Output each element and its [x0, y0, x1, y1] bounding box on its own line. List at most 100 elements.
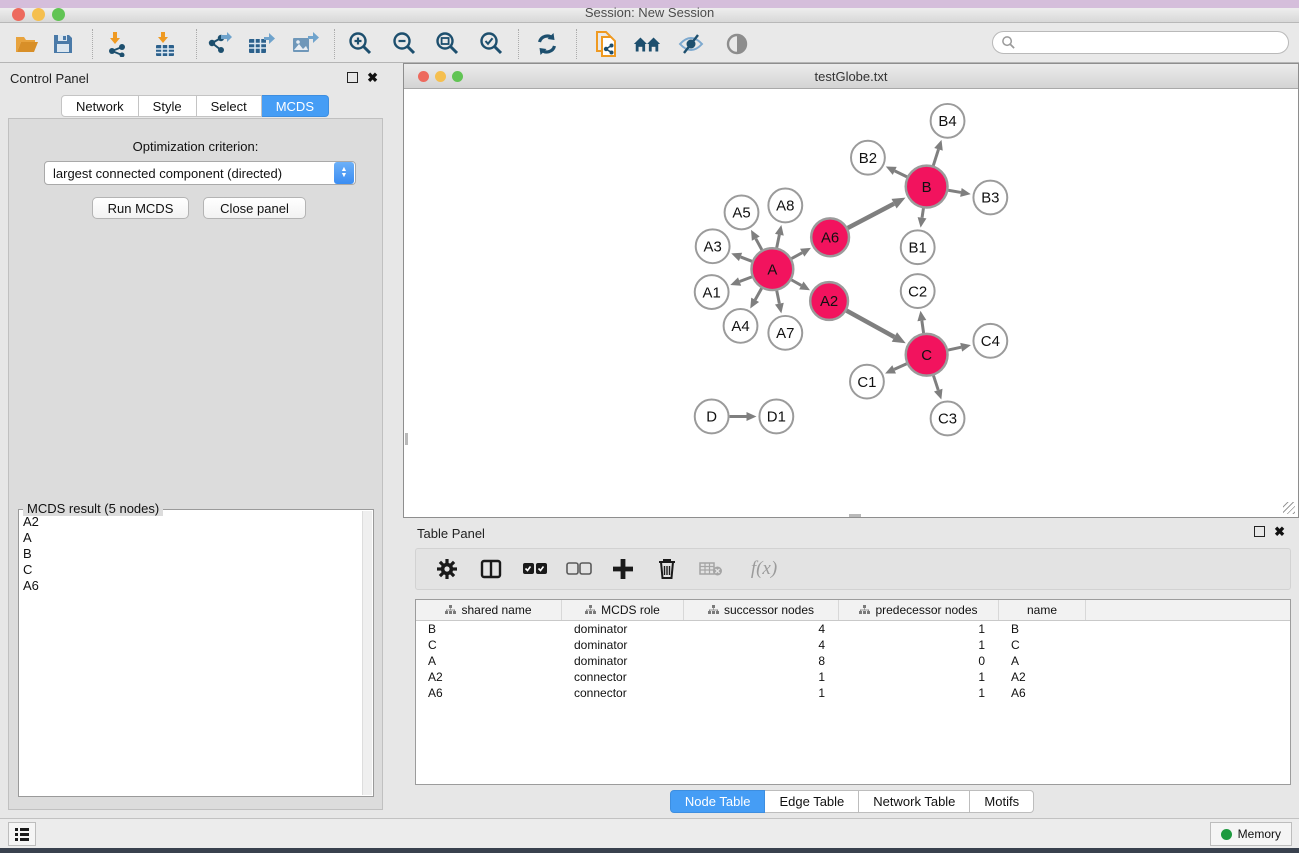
node-A7[interactable]: A7 [768, 316, 802, 350]
node-A6[interactable]: A6 [811, 218, 849, 256]
result-item[interactable]: C [23, 562, 362, 578]
node-B4[interactable]: B4 [931, 104, 965, 138]
select-all-icon[interactable] [522, 556, 548, 582]
node-A1[interactable]: A1 [695, 275, 729, 309]
node-C4[interactable]: C4 [973, 324, 1007, 358]
float-panel-icon[interactable] [347, 72, 358, 83]
table-cell[interactable]: A [416, 653, 562, 669]
table-cell[interactable]: A [999, 653, 1086, 669]
node-A[interactable]: A [751, 248, 793, 290]
node-B1[interactable]: B1 [901, 230, 935, 264]
edge-A-A3[interactable] [731, 253, 752, 262]
table-cell[interactable]: B [999, 621, 1086, 637]
edge-D-D1[interactable] [730, 412, 757, 421]
edge-A-A7[interactable] [775, 291, 784, 314]
run-mcds-button[interactable]: Run MCDS [92, 197, 189, 219]
table-row[interactable]: Cdominator41C [416, 637, 1290, 653]
table-cell[interactable]: dominator [562, 653, 684, 669]
tab-edge-table[interactable]: Edge Table [765, 790, 859, 813]
edge-C-C3[interactable] [933, 376, 942, 400]
close-panel-button[interactable]: Close panel [203, 197, 306, 219]
node-B2[interactable]: B2 [851, 141, 885, 175]
node-D1[interactable]: D1 [759, 400, 793, 434]
edge-A-A6[interactable] [792, 248, 811, 259]
export-image-icon[interactable] [290, 30, 320, 58]
node-A4[interactable]: A4 [724, 309, 758, 343]
edge-A-A8[interactable] [775, 225, 784, 248]
close-panel-icon[interactable]: ✖ [367, 72, 378, 83]
table-cell[interactable]: 4 [684, 637, 839, 653]
table-cell[interactable]: B [416, 621, 562, 637]
open-session-icon[interactable] [12, 30, 42, 58]
table-cell[interactable]: 1 [839, 637, 999, 653]
add-column-icon[interactable] [610, 556, 636, 582]
node-C2[interactable]: C2 [901, 274, 935, 308]
edge-C-C2[interactable] [917, 311, 926, 333]
import-table-icon[interactable] [150, 30, 180, 58]
table-cell[interactable]: connector [562, 669, 684, 685]
result-scrollbar[interactable] [362, 511, 372, 795]
table-row[interactable]: Adominator80A [416, 653, 1290, 669]
table-cell[interactable]: A6 [999, 685, 1086, 701]
show-graphics-details-icon[interactable] [722, 30, 752, 58]
table-cell[interactable]: A2 [416, 669, 562, 685]
table-float-panel-icon[interactable] [1254, 526, 1265, 537]
table-cell[interactable]: 1 [684, 685, 839, 701]
table-cell[interactable]: 8 [684, 653, 839, 669]
save-session-icon[interactable] [48, 30, 78, 58]
edge-A-A1[interactable] [730, 277, 752, 286]
node-D[interactable]: D [695, 400, 729, 434]
node-B[interactable]: B [906, 166, 948, 208]
refresh-icon[interactable] [532, 30, 562, 58]
node-A5[interactable]: A5 [725, 196, 759, 230]
network-window-titlebar[interactable]: testGlobe.txt [404, 64, 1298, 89]
result-item[interactable]: A [23, 530, 362, 546]
table-cell[interactable]: dominator [562, 621, 684, 637]
tab-style[interactable]: Style [139, 95, 197, 117]
node-A8[interactable]: A8 [768, 189, 802, 223]
node-table[interactable]: shared nameMCDS rolesuccessor nodesprede… [415, 599, 1291, 785]
home-icon[interactable] [632, 30, 662, 58]
node-C1[interactable]: C1 [850, 365, 884, 399]
node-B3[interactable]: B3 [973, 181, 1007, 215]
edge-A-A2[interactable] [791, 280, 810, 290]
node-A3[interactable]: A3 [696, 229, 730, 263]
column-header-MCDS-role[interactable]: MCDS role [562, 600, 684, 620]
zoom-in-icon[interactable] [346, 30, 376, 58]
table-cell[interactable]: 4 [684, 621, 839, 637]
search-input[interactable] [1016, 35, 1288, 50]
table-row[interactable]: Bdominator41B [416, 621, 1290, 637]
tab-node-table[interactable]: Node Table [670, 790, 766, 813]
tab-motifs[interactable]: Motifs [970, 790, 1034, 813]
table-cell[interactable]: C [416, 637, 562, 653]
column-header-shared-name[interactable]: shared name [416, 600, 562, 620]
column-header-predecessor-nodes[interactable]: predecessor nodes [839, 600, 999, 620]
export-network-icon[interactable] [204, 30, 234, 58]
table-close-panel-icon[interactable]: ✖ [1274, 526, 1285, 537]
zoom-fit-icon[interactable] [433, 30, 463, 58]
table-cell[interactable]: 1 [839, 621, 999, 637]
import-network-icon[interactable] [102, 30, 132, 58]
table-cell[interactable]: 0 [839, 653, 999, 669]
delete-column-icon[interactable] [654, 556, 680, 582]
edge-A6-B[interactable] [848, 198, 906, 228]
network-canvas[interactable]: B4B2BB3A8A5A6A3B1AC2A1A2A4A7C4CC1C3DD1 [405, 90, 1297, 516]
window-resize-grip[interactable] [1283, 502, 1295, 514]
node-C[interactable]: C [906, 334, 948, 376]
tab-mcds[interactable]: MCDS [262, 95, 329, 117]
column-header-name[interactable]: name [999, 600, 1086, 620]
zoom-out-icon[interactable] [390, 30, 420, 58]
task-history-button[interactable] [8, 822, 36, 846]
table-row[interactable]: A2connector11A2 [416, 669, 1290, 685]
tab-network-table[interactable]: Network Table [859, 790, 970, 813]
deselect-all-icon[interactable] [566, 556, 592, 582]
search-field[interactable] [992, 31, 1289, 54]
app-titlebar[interactable]: Session: New Session [0, 8, 1299, 23]
network-graph[interactable]: B4B2BB3A8A5A6A3B1AC2A1A2A4A7C4CC1C3DD1 [405, 90, 1297, 516]
table-cell[interactable]: C [999, 637, 1086, 653]
table-cell[interactable]: A6 [416, 685, 562, 701]
memory-button[interactable]: Memory [1210, 822, 1292, 846]
table-row[interactable]: A6connector11A6 [416, 685, 1290, 701]
tab-select[interactable]: Select [197, 95, 262, 117]
table-cell[interactable]: dominator [562, 637, 684, 653]
